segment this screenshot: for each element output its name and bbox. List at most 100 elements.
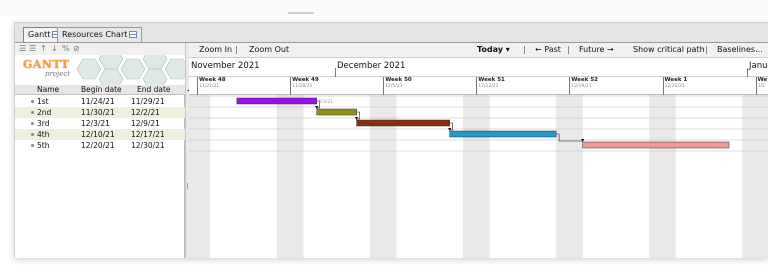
outdent-icon[interactable]: ☰: [29, 44, 36, 54]
task-name-cell[interactable]: 1st: [37, 96, 49, 107]
top-strip: [0, 0, 768, 16]
week-column-header: Week 50 12/5/21: [383, 77, 412, 95]
divider-grip[interactable]: [187, 183, 188, 189]
weekend-shading: [742, 95, 768, 258]
baselines-button[interactable]: Baselines...: [717, 43, 763, 57]
screen: Gantt Resources Chart ☰ ☰ ↑ ↓ % ⊘ GANTT: [0, 0, 768, 274]
indent-icon[interactable]: ☰: [19, 44, 26, 54]
table-row[interactable]: 5th 12/20/21 12/30/21: [15, 140, 185, 151]
task-bullet-icon: [31, 111, 34, 114]
future-button[interactable]: Future →: [579, 43, 614, 57]
task-table-header: Name Begin date End date: [15, 85, 185, 95]
zoom-in-button[interactable]: Zoom In: [199, 43, 232, 57]
resize-handle[interactable]: [288, 12, 314, 14]
move-down-icon[interactable]: ↓: [51, 44, 58, 54]
task-tree-panel: ☰ ☰ ↑ ↓ % ⊘ GANTT project Name Begin dat…: [15, 43, 185, 258]
week-date: 12/5/21: [385, 84, 403, 89]
task-name-cell[interactable]: 5th: [37, 140, 49, 151]
week-column-header: Week 1 12/26/21: [662, 77, 688, 95]
week-column-header: Week 52 12/19/21: [569, 77, 598, 95]
task-name-cell[interactable]: 3rd: [37, 118, 49, 129]
week-label: Week 51: [478, 77, 505, 83]
task-bar[interactable]: [582, 141, 730, 149]
toolbar-separator: |: [567, 45, 570, 54]
toolbar-separator: |: [705, 45, 708, 54]
chart-toolbar: Zoom In | Zoom Out Today ▾ | ← Past | Fu…: [189, 43, 768, 57]
ganttproject-window: Gantt Resources Chart ☰ ☰ ↑ ↓ % ⊘ GANTT: [14, 22, 768, 258]
table-row[interactable]: 2nd 11/30/21 12/2/21: [15, 107, 185, 118]
month-label: Janua: [749, 61, 768, 71]
task-bullet-icon: [31, 122, 34, 125]
task-tree-toolbar: ☰ ☰ ↑ ↓ % ⊘: [15, 43, 185, 55]
tab-gantt-label: Gantt: [28, 30, 51, 39]
task-bar[interactable]: [236, 97, 317, 105]
task-end-date-cell[interactable]: 12/2/21: [131, 107, 160, 118]
gantt-chart-canvas: 2/3/21: [189, 95, 768, 258]
column-header-end-date[interactable]: End date: [137, 85, 171, 95]
week-label: Week 50: [385, 77, 412, 83]
task-begin-date-cell[interactable]: 11/24/21: [81, 96, 115, 107]
weekend-shading: [369, 95, 397, 258]
resources-tab-icon: [129, 31, 138, 38]
timeline-weeks-header: Week 48 11/21/21 Week 49 11/28/21 Week 50 12/…: [189, 77, 768, 95]
chart-label: 2/3/21: [319, 99, 334, 105]
task-begin-date-cell[interactable]: 12/10/21: [81, 129, 115, 140]
week-date: 11/21/21: [199, 84, 220, 89]
table-row[interactable]: 3rd 12/3/21 12/9/21: [15, 118, 185, 129]
week-label: We: [757, 77, 768, 83]
column-header-begin-date[interactable]: Begin date: [81, 85, 122, 95]
weekend-shading: [649, 95, 676, 258]
week-column-header: We 1/2: [755, 77, 768, 95]
week-label: Week 48: [199, 77, 226, 83]
task-end-date-cell[interactable]: 12/30/21: [131, 140, 165, 151]
link-icon[interactable]: %: [62, 44, 70, 54]
task-begin-date-cell[interactable]: 12/3/21: [81, 118, 110, 129]
task-name-cell[interactable]: 4th: [37, 129, 49, 140]
dependency-arrow-icon: [355, 117, 359, 120]
task-bullet-icon: [31, 100, 34, 103]
task-bar[interactable]: [449, 130, 557, 138]
weekend-shading: [463, 95, 490, 258]
tab-resources-label: Resources Chart: [62, 30, 128, 39]
zoom-out-button[interactable]: Zoom Out: [249, 43, 289, 57]
task-bar[interactable]: [316, 108, 357, 116]
task-bullet-icon: [31, 144, 34, 147]
tab-resources-chart[interactable]: Resources Chart: [57, 27, 143, 42]
today-button[interactable]: Today ▾: [477, 43, 510, 57]
dependency-arrow-icon: [315, 106, 319, 109]
logo-hexagon-pattern: [76, 55, 185, 85]
logo-banner: GANTT project: [15, 55, 185, 85]
task-bar[interactable]: [356, 119, 450, 127]
show-critical-path-button[interactable]: Show critical path: [633, 43, 705, 57]
task-name-cell[interactable]: 2nd: [37, 107, 51, 118]
move-up-icon[interactable]: ↑: [40, 44, 47, 54]
task-end-date-cell[interactable]: 11/29/21: [131, 96, 165, 107]
task-begin-date-cell[interactable]: 11/30/21: [81, 107, 115, 118]
gantt-chart-area: 2/3/21: [189, 95, 768, 258]
weekend-shading: [556, 95, 583, 258]
table-row[interactable]: 1st 11/24/21 11/29/21: [15, 96, 185, 107]
week-label: Week 52: [571, 77, 598, 83]
weekend-shading: [276, 95, 304, 258]
toolbar-separator: |: [235, 45, 238, 54]
week-label: Week 1: [664, 77, 688, 83]
weekend-shading: [189, 95, 211, 258]
week-date: 12/26/21: [664, 84, 685, 89]
week-column-header: Week 51 12/12/21: [476, 77, 505, 95]
month-label: December 2021: [337, 61, 406, 71]
table-row[interactable]: 4th 12/10/21 12/17/21: [15, 129, 185, 140]
week-column-header: Week 48 11/21/21: [197, 77, 226, 95]
timeline-months-header: November 2021 December 2021 Janua: [189, 57, 768, 78]
task-end-date-cell[interactable]: 12/9/21: [131, 118, 160, 129]
unlink-icon[interactable]: ⊘: [73, 44, 80, 54]
main-area: ☰ ☰ ↑ ↓ % ⊘ GANTT project Name Begin dat…: [15, 43, 768, 258]
task-begin-date-cell[interactable]: 12/20/21: [81, 140, 115, 151]
week-label: Week 49: [292, 77, 319, 83]
task-end-date-cell[interactable]: 12/17/21: [131, 129, 165, 140]
past-button[interactable]: ← Past: [535, 43, 561, 57]
week-date: 1/2: [757, 84, 765, 89]
week-column-header: Week 49 11/28/21: [290, 77, 319, 95]
toolbar-separator: |: [523, 45, 526, 54]
task-bullet-icon: [31, 133, 34, 136]
column-header-name[interactable]: Name: [37, 85, 59, 95]
